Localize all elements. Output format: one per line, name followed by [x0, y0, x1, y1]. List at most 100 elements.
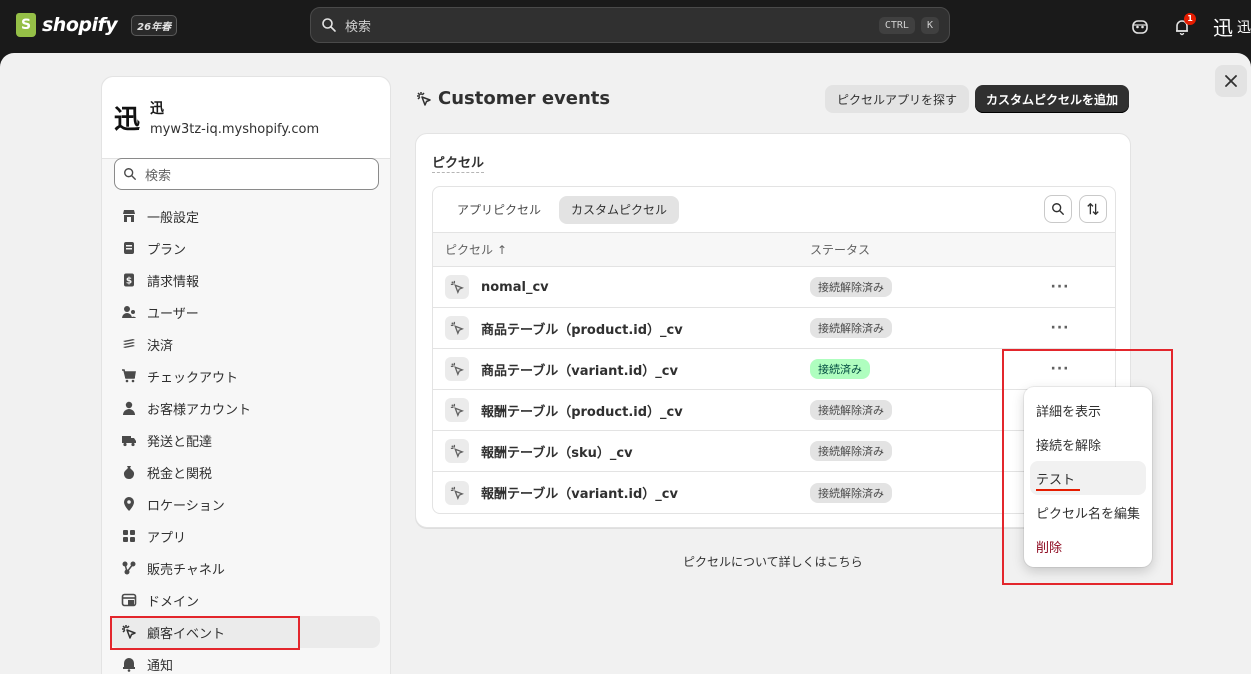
store-domain: myw3tz-iq.myshopify.com [150, 122, 320, 137]
channels-icon [120, 559, 138, 577]
tab-app-pixels[interactable]: アプリピクセル [445, 196, 553, 224]
close-settings-button[interactable] [1215, 65, 1247, 97]
users-icon [120, 303, 138, 321]
shopify-logo[interactable]: shopify 26年春 [16, 13, 178, 37]
plan-icon [120, 239, 138, 257]
sidebar-item-checkout[interactable]: チェックアウト [110, 360, 380, 392]
settings-panel: 迅 迅 myw3tz-iq.myshopify.com 検索 一般設定 プラン … [0, 53, 1251, 674]
shortcut-ctrl: CTRL [878, 16, 915, 34]
sidebar-item-label: アプリ [147, 530, 187, 546]
table-search-button[interactable] [1044, 195, 1072, 223]
person-icon [120, 399, 138, 417]
pixel-icon [445, 480, 469, 505]
sidebar-item-apps[interactable]: アプリ [110, 520, 380, 552]
notifications-button[interactable]: 1 [1171, 12, 1196, 38]
column-pixel-label: ピクセル [445, 243, 494, 257]
more-actions-button[interactable]: ··· [1040, 279, 1080, 295]
sidebar-item-payments[interactable]: 決済 [110, 328, 380, 360]
sidebar-item-label: 請求情報 [147, 274, 200, 290]
sidebar-item-general[interactable]: 一般設定 [110, 200, 380, 232]
sidekick-button[interactable] [1129, 16, 1151, 38]
global-search-bar[interactable]: 検索 CTRL K [310, 7, 950, 43]
search-icon [124, 168, 136, 180]
shopify-bag-icon [16, 13, 36, 37]
table-row[interactable]: nomal_cv 接続解除済み ··· [433, 267, 1115, 308]
column-header-pixel[interactable]: ピクセル ↑ [433, 241, 810, 258]
store-header: 迅 迅 myw3tz-iq.myshopify.com [102, 77, 390, 159]
tax-icon [120, 463, 138, 481]
close-icon [1225, 75, 1237, 87]
search-icon [1052, 203, 1064, 215]
add-custom-pixel-button[interactable]: カスタムピクセルを追加 [975, 85, 1130, 113]
pixel-name[interactable]: nomal_cv [481, 280, 549, 295]
pixel-name[interactable]: 報酬テーブル（variant.id）_cv [481, 483, 678, 502]
notification-count-badge: 1 [1184, 12, 1196, 25]
store-name: 迅 [150, 101, 164, 117]
sidebar-item-locations[interactable]: ロケーション [110, 488, 380, 520]
more-actions-button[interactable]: ··· [1040, 320, 1080, 336]
store-icon [120, 207, 138, 225]
table-row[interactable]: 商品テーブル（product.id）_cv 接続解除済み ··· [433, 308, 1115, 349]
pixel-name[interactable]: 商品テーブル（variant.id）_cv [481, 360, 678, 379]
billing-icon: $ [120, 271, 138, 289]
brand-name: shopify [42, 14, 118, 36]
pixel-name[interactable]: 報酬テーブル（product.id）_cv [481, 401, 683, 420]
status-badge: 接続解除済み [810, 482, 892, 503]
sidebar-item-label: 発送と配達 [147, 434, 213, 450]
sort-icon [1087, 203, 1099, 215]
sidebar-item-customer-accounts[interactable]: お客様アカウント [110, 392, 380, 424]
learn-more-link[interactable]: ピクセルについて詳しくはこちら [683, 553, 863, 570]
status-badge: 接続解除済み [810, 318, 892, 338]
pixel-name[interactable]: 報酬テーブル（sku）_cv [481, 442, 633, 461]
table-header: ピクセル ↑ ステータス [433, 233, 1115, 267]
tab-custom-pixels[interactable]: カスタムピクセル [559, 195, 680, 224]
sidebar-item-plan[interactable]: プラン [110, 232, 380, 264]
payments-icon [120, 335, 138, 353]
pixel-icon [445, 439, 469, 463]
pixel-icon [445, 316, 469, 340]
sidebar-item-label: ユーザー [147, 306, 199, 322]
sidebar-item-label: お客様アカウント [147, 402, 252, 418]
sidebar-item-sales-channels[interactable]: 販売チャネル [110, 552, 380, 584]
sort-ascending-icon: ↑ [497, 242, 508, 257]
store-short-name: 迅 [1237, 19, 1251, 36]
bell-icon [120, 655, 138, 673]
settings-search-placeholder: 検索 [145, 168, 172, 184]
column-header-status: ステータス [810, 243, 871, 257]
explore-pixel-apps-button[interactable]: ピクセルアプリを探す [825, 85, 970, 113]
location-icon [120, 495, 138, 513]
card-title: ピクセル [432, 152, 485, 173]
pixel-tabs: アプリピクセル カスタムピクセル [433, 187, 1115, 233]
status-badge: 接続解除済み [810, 400, 892, 420]
search-icon [322, 18, 336, 32]
shortcut-k: K [920, 16, 939, 34]
pixel-name[interactable]: 商品テーブル（product.id）_cv [481, 319, 683, 338]
sidebar-item-billing[interactable]: $ 請求情報 [110, 264, 380, 296]
sidebar-item-shipping[interactable]: 発送と配達 [110, 424, 380, 456]
pixel-icon [445, 275, 469, 299]
sidebar-item-label: 通知 [147, 658, 174, 674]
edition-badge[interactable]: 26年春 [131, 14, 178, 36]
top-bar: shopify 26年春 検索 CTRL K 1 迅 迅 [0, 0, 1251, 53]
store-menu-button[interactable]: 迅 迅 [1213, 12, 1251, 41]
truck-icon [120, 431, 138, 449]
cart-icon [120, 367, 138, 385]
pixel-icon [417, 91, 431, 106]
sidebar-item-label: 販売チャネル [147, 562, 225, 578]
page-title: Customer events [416, 88, 610, 109]
sidebar-item-taxes[interactable]: 税金と関税 [110, 456, 380, 488]
sort-button[interactable] [1079, 195, 1107, 223]
sidebar-item-notifications[interactable]: 通知 [110, 648, 380, 674]
pixel-icon [445, 357, 469, 381]
status-badge: 接続解除済み [810, 441, 892, 461]
page-title-text: Customer events [438, 88, 611, 109]
sidebar-item-label: チェックアウト [147, 370, 239, 386]
status-badge: 接続解除済み [810, 277, 892, 297]
sidebar-item-label: ロケーション [147, 498, 225, 514]
sidebar-item-domains[interactable]: ドメイン [110, 584, 380, 616]
apps-icon [120, 527, 138, 545]
domain-icon [120, 591, 138, 609]
sidebar-item-label: プラン [147, 242, 187, 258]
settings-search-input[interactable]: 検索 [114, 158, 379, 190]
sidebar-item-users[interactable]: ユーザー [110, 296, 380, 328]
